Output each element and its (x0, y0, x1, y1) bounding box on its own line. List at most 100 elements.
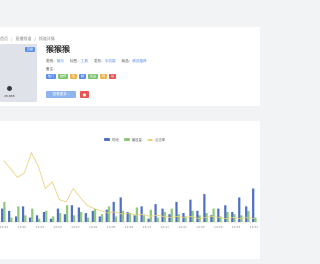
legend-label: 时段 (112, 138, 119, 142)
bar-series-a[interactable] (70, 205, 74, 222)
bar-series-a[interactable] (196, 210, 199, 222)
bar-series-b[interactable] (170, 208, 173, 222)
bar-series-a[interactable] (161, 208, 164, 222)
bar-series-a[interactable] (63, 214, 67, 222)
bar-series-a[interactable] (175, 201, 178, 222)
bar-series-a[interactable] (105, 209, 108, 222)
x-tick-label: 14:09 (125, 225, 134, 229)
breadcrumb-home[interactable]: 首页 (0, 36, 8, 42)
legend-swatch (123, 138, 130, 141)
bar-series-a[interactable] (28, 217, 32, 222)
bar-series-b[interactable] (247, 210, 250, 222)
breadcrumb-current: 频道详情 (38, 36, 55, 41)
legend-item[interactable]: 播放量 (123, 137, 142, 142)
bar-series-b[interactable] (226, 211, 229, 222)
meta-value[interactable]: 工具 (81, 59, 88, 63)
bar-series-b[interactable] (10, 217, 13, 222)
chart-plot: 13:41 13:45 13:49 13:53 13:57 14:01 14:05 14:09… (0, 151, 259, 229)
meta-goods: 商品：精选推荐 (122, 59, 147, 64)
x-tick-label: 14:37 (250, 225, 259, 229)
x-tick-label: 14:13 (143, 225, 152, 229)
bar-series-a[interactable] (217, 208, 220, 222)
bar-series-b[interactable] (156, 217, 159, 222)
bar-series-a[interactable] (231, 211, 234, 222)
bar-series-b[interactable] (107, 206, 111, 222)
bar-series-b[interactable] (24, 215, 27, 222)
line-series[interactable] (3, 151, 255, 220)
bar-series-a[interactable] (119, 197, 122, 222)
page-title: 猴猴猴 (46, 45, 70, 54)
breadcrumb-separator: / (34, 36, 36, 42)
bar-series-b[interactable] (114, 216, 118, 222)
bar-series-b[interactable] (142, 215, 145, 222)
bar-series-b[interactable] (254, 217, 257, 222)
x-tick-label: 14:33 (232, 225, 241, 229)
legend-swatch (146, 138, 153, 141)
bar-series-a[interactable] (224, 205, 227, 222)
bar-series-a[interactable] (91, 210, 94, 222)
bar-series-b[interactable] (3, 201, 6, 222)
bar-series-b[interactable] (79, 211, 83, 222)
badge: 榜 (109, 74, 117, 79)
bar-series-a[interactable] (189, 199, 192, 222)
bar-series-a[interactable] (147, 218, 150, 222)
bar-series-b[interactable] (212, 208, 215, 222)
meta-value[interactable]: 手机端 (105, 59, 116, 63)
x-tick-label: 13:49 (35, 225, 44, 229)
delete-button[interactable]: ● (80, 91, 89, 98)
bar-series-a[interactable] (77, 207, 80, 222)
bar-series-b[interactable] (73, 215, 76, 222)
x-tick-label: 14:25 (196, 225, 205, 229)
view-more-button[interactable]: 查看更多 › (46, 91, 76, 98)
thumbnail-tag: 直播 (24, 47, 35, 52)
bar-series-b[interactable] (17, 206, 20, 222)
bar-series-a[interactable] (8, 210, 11, 222)
bar-series-b[interactable] (38, 218, 41, 222)
legend-item[interactable]: 时段 (104, 137, 119, 142)
bar-series-b[interactable] (177, 214, 180, 222)
product-thumbnail[interactable]: 直播 28,888 (0, 44, 37, 102)
bar-series-a[interactable] (56, 208, 60, 222)
bar-series-b[interactable] (31, 208, 34, 222)
bar-series-a[interactable] (98, 216, 101, 222)
breadcrumb-channel[interactable]: 直播频道 (15, 36, 31, 42)
badge-list: 热门 推荐优精新品特榜 (46, 74, 117, 79)
bar-series-b[interactable] (59, 213, 62, 222)
bar-series-b[interactable] (52, 216, 55, 222)
chevron-right-icon: › (68, 92, 70, 96)
bar-series-b[interactable] (93, 208, 97, 222)
bar-series-a[interactable] (21, 206, 25, 222)
bar-series-b[interactable] (128, 213, 132, 222)
x-tick-label: 14:29 (214, 225, 223, 229)
legend-item[interactable]: 点击率 (146, 137, 165, 142)
bar-series-a[interactable] (133, 215, 136, 222)
bar-series-a[interactable] (42, 211, 46, 222)
meta-value[interactable]: 娱乐 (57, 59, 64, 63)
remark-label: 备注： (46, 67, 57, 71)
x-tick-label: 14:05 (107, 225, 116, 229)
bar-series-a[interactable] (14, 216, 18, 222)
meta-value[interactable]: 精选推荐 (132, 59, 146, 63)
x-tick-label: 13:45 (18, 225, 27, 229)
x-tick-label: 13:53 (53, 225, 62, 229)
bar-series-a[interactable] (84, 213, 87, 222)
bar-series-a[interactable] (245, 206, 248, 222)
x-tick-label: 13:57 (71, 225, 80, 229)
bar-series-a[interactable] (1, 208, 4, 222)
bar-series-a[interactable] (154, 204, 157, 222)
bar-series-b[interactable] (66, 205, 69, 222)
bar-series-a[interactable] (168, 214, 171, 222)
breadcrumb-separator: / (11, 36, 13, 42)
bar-series-b[interactable] (45, 210, 48, 222)
bar-series-a[interactable] (252, 188, 255, 223)
legend-label: 播放量 (131, 138, 142, 142)
thumbnail-count: 28,888 (4, 94, 15, 98)
bar-series-a[interactable] (35, 215, 39, 222)
bar-series-b[interactable] (121, 210, 125, 222)
badge: 精 (79, 74, 87, 79)
meta-label: 商品： (121, 59, 133, 63)
bar-series-a[interactable] (49, 218, 53, 222)
bar-series-b[interactable] (100, 214, 104, 222)
breadcrumb: 首页 / 直播频道 / 频道详情 (0, 35, 58, 43)
bar-series-b[interactable] (86, 217, 90, 222)
